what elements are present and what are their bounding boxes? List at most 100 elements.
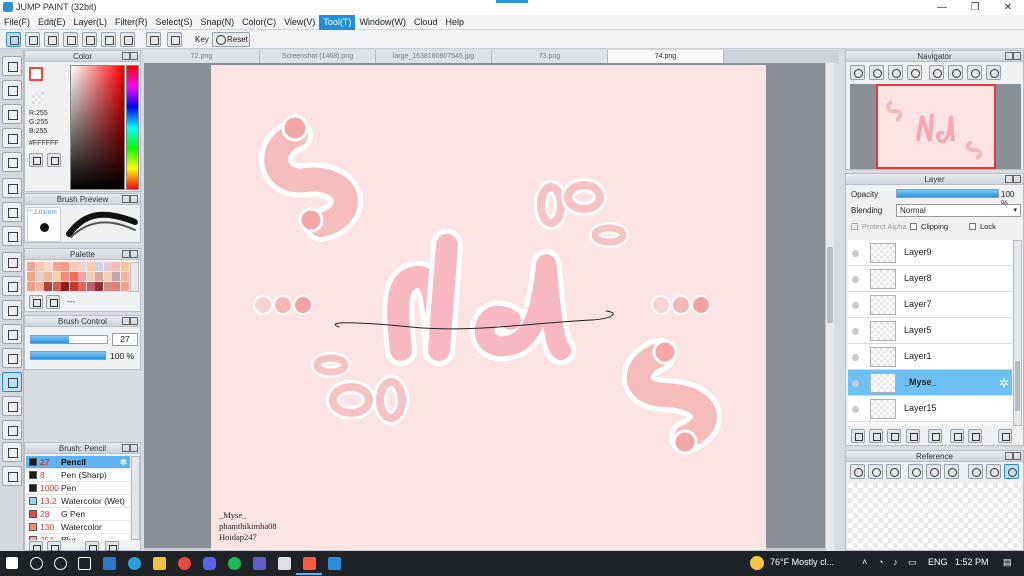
visibility-icon[interactable] <box>852 380 859 387</box>
lock-checkbox[interactable] <box>969 223 976 230</box>
palette-swatch[interactable] <box>120 272 129 281</box>
jump-paint-icon[interactable] <box>303 557 316 570</box>
fit-icon[interactable] <box>888 65 903 80</box>
palette-swatch[interactable] <box>35 262 44 271</box>
rotate-left-icon[interactable] <box>929 65 944 80</box>
palette-swatch[interactable] <box>95 262 103 271</box>
magic-wand-tool-icon[interactable] <box>2 300 22 320</box>
navigator-preview[interactable] <box>850 84 1021 169</box>
palette-swatch[interactable] <box>44 272 52 281</box>
document-tab[interactable]: large_1638160807545.jpg <box>376 50 492 63</box>
palette-swatch[interactable] <box>103 272 112 281</box>
cortana-icon[interactable] <box>54 557 67 570</box>
brush-item[interactable]: 1000 Pen <box>26 482 130 495</box>
palette-swatch[interactable] <box>52 262 61 271</box>
palette-swatch[interactable] <box>69 272 78 281</box>
saturation-value-picker[interactable] <box>70 65 125 190</box>
canvas-vscroll-thumb[interactable] <box>827 247 833 323</box>
layer-scroll-thumb[interactable] <box>1015 361 1020 411</box>
reference-hand-icon[interactable] <box>1004 464 1019 479</box>
brush-item[interactable]: 130 Watercolor <box>26 521 130 534</box>
new-layer-icon[interactable] <box>851 429 865 443</box>
notification-icon[interactable]: ▤ <box>1003 557 1012 568</box>
layer-row[interactable]: Layer5 <box>848 318 1012 344</box>
visibility-icon[interactable] <box>852 328 859 335</box>
brush-opacity-slider[interactable] <box>30 351 106 360</box>
palette-swatch[interactable] <box>103 262 112 271</box>
palette-swatch[interactable] <box>44 262 52 271</box>
document-tab[interactable]: 73.png <box>492 50 608 63</box>
brush-add-icon[interactable] <box>47 541 61 553</box>
menu-file[interactable]: File(F) <box>0 15 34 30</box>
protect-alpha-checkbox[interactable] <box>851 223 858 230</box>
palette-swatch[interactable] <box>103 282 112 291</box>
palette-swatch[interactable] <box>112 272 120 281</box>
search-icon[interactable] <box>30 557 43 570</box>
photos-icon[interactable] <box>328 557 341 570</box>
layer-list-scrollbar[interactable] <box>1013 240 1022 426</box>
gradient-tool-icon[interactable] <box>2 226 22 246</box>
reference-open-icon[interactable] <box>868 464 883 479</box>
eyedropper-tool-icon[interactable] <box>2 442 22 462</box>
clock[interactable]: 1:52 PM <box>955 557 989 567</box>
brush-delete-icon[interactable] <box>105 541 119 553</box>
menu-select[interactable]: Select(S) <box>152 15 197 30</box>
layer-row[interactable]: Layer15 <box>848 396 1012 422</box>
document-tab[interactable]: 72.png <box>144 50 260 63</box>
brush-list-scrollbar[interactable] <box>131 456 140 540</box>
teams-icon[interactable] <box>253 557 266 570</box>
reference-import-icon[interactable] <box>850 464 865 479</box>
palette-swatch[interactable] <box>61 282 69 291</box>
palette-swatch[interactable] <box>120 262 129 271</box>
delete-palette-icon[interactable] <box>46 295 60 309</box>
brush-settings-icon[interactable] <box>29 541 43 553</box>
new-vector-layer-icon[interactable] <box>887 429 901 443</box>
windows-start-icon[interactable] <box>6 557 18 569</box>
palette-swatch[interactable] <box>86 272 95 281</box>
palette-swatch[interactable] <box>27 262 35 271</box>
reference-close-icon[interactable] <box>886 464 901 479</box>
layer-row[interactable]: Layer1 <box>848 344 1012 370</box>
palette-swatch[interactable] <box>78 262 86 271</box>
brush-size-input[interactable]: 27 <box>112 333 138 346</box>
palette-swatch[interactable] <box>69 282 78 291</box>
palette-swatch[interactable] <box>95 282 103 291</box>
weather-text[interactable]: 76°F Mostly cl... <box>770 557 834 567</box>
maximize-button[interactable]: ❐ <box>963 1 987 14</box>
visibility-icon[interactable] <box>852 250 859 257</box>
palette-more[interactable]: --- <box>67 297 75 306</box>
palette-swatch[interactable] <box>78 282 86 291</box>
palette-swatch[interactable] <box>112 282 120 291</box>
bucket-tool-icon[interactable] <box>2 202 22 222</box>
brush-copy-icon[interactable] <box>85 541 99 553</box>
palette-swatch[interactable] <box>35 282 44 291</box>
rotate-reset-icon[interactable] <box>986 65 1001 80</box>
visibility-icon[interactable] <box>852 354 859 361</box>
task-view-icon[interactable] <box>78 557 91 570</box>
palette-swatch[interactable] <box>61 272 69 281</box>
color-wheel-icon[interactable] <box>29 153 43 167</box>
close-button[interactable]: ✕ <box>996 1 1020 14</box>
delete-layer-icon[interactable] <box>998 429 1012 443</box>
reference-rotate-icon[interactable] <box>986 464 1001 479</box>
hand-tool-icon[interactable] <box>2 466 22 486</box>
visibility-icon[interactable] <box>852 276 859 283</box>
palette-swatch[interactable] <box>52 282 61 291</box>
reset-button[interactable]: Reset <box>212 32 250 47</box>
palette-swatch[interactable] <box>112 262 120 271</box>
layer-opacity-slider[interactable] <box>896 189 999 198</box>
menu-window[interactable]: Window(W) <box>355 15 410 30</box>
palette-swatch[interactable] <box>61 262 69 271</box>
layer-row[interactable]: Layer7 <box>848 292 1012 318</box>
layer-row[interactable]: _Myse_ ✲ <box>848 370 1012 396</box>
folder-icon[interactable] <box>928 429 942 443</box>
reference-eyedropper-icon[interactable] <box>968 464 983 479</box>
hue-slider[interactable] <box>126 65 139 190</box>
undo-icon[interactable] <box>146 32 161 47</box>
brush-item[interactable]: 27 Pencil ✲ <box>26 456 130 469</box>
volume-icon[interactable]: ♪ <box>893 557 898 567</box>
cloud-sync-icon[interactable] <box>6 32 21 47</box>
menu-filter[interactable]: Filter(R) <box>111 15 152 30</box>
rotate-right-icon[interactable] <box>967 65 982 80</box>
color-settings-icon[interactable] <box>47 153 61 167</box>
